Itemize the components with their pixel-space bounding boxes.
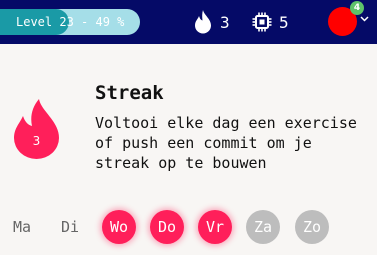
day-za: Za (246, 210, 280, 244)
notification-badge: 4 (350, 1, 364, 15)
day-wo: Wo (102, 210, 136, 244)
day-di: Di (60, 218, 80, 236)
streak-title: Streak (95, 82, 164, 104)
top-bar: Level 23 - 49 % 3 5 4 (0, 0, 377, 44)
level-label: Level 23 - 49 % (16, 15, 125, 29)
chip-stat[interactable]: 5 (252, 10, 289, 34)
streak-count: 3 (32, 134, 41, 148)
flame-stat[interactable]: 3 (193, 10, 230, 34)
day-do: Do (150, 210, 184, 244)
chevron-down-icon[interactable] (360, 16, 369, 22)
day-vr: Vr (198, 210, 232, 244)
flame-icon (195, 10, 211, 34)
streak-flame-icon (14, 99, 59, 159)
day-zo: Zo (295, 210, 329, 244)
streak-description: Voltooi elke dag een exercise of push ee… (95, 114, 357, 172)
flame-count: 3 (220, 12, 230, 32)
weekday-row: Ma Di Wo Do Vr Za Zo (0, 208, 377, 248)
chip-count: 5 (279, 12, 289, 32)
chip-icon (252, 12, 272, 32)
page: Level 23 - 49 % 3 5 4 3 Streak Voltooi e… (0, 0, 377, 255)
level-progress-bar[interactable]: Level 23 - 49 % (0, 9, 140, 35)
day-ma: Ma (12, 218, 32, 236)
